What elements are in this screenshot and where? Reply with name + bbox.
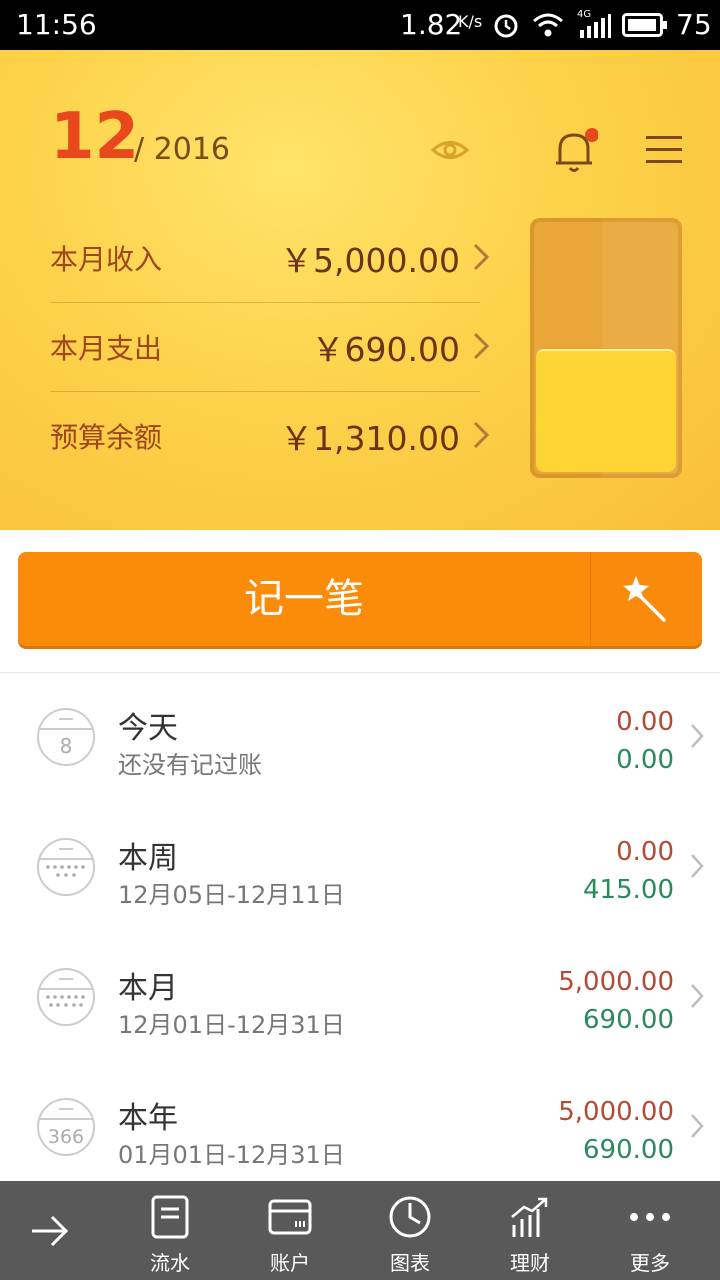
current-month[interactable]: 12 [50, 100, 139, 174]
battery-icon [622, 13, 667, 37]
nav-accounts[interactable]: 账户 [230, 1181, 350, 1280]
calendar-icon-text: 366 [48, 1126, 84, 1148]
row-label: 本月支出 [50, 332, 163, 365]
row-amount: ￥690.00 [311, 330, 460, 369]
note-icon [151, 1195, 189, 1239]
item-income: 5,000.00 [558, 967, 674, 997]
bell-icon[interactable] [552, 125, 598, 175]
record-entry-button[interactable]: 记一笔 [18, 552, 590, 646]
calendar-year-icon: 366 [37, 1098, 95, 1156]
budget-balance-row[interactable]: 预算余额 ￥1,310.00 [50, 392, 490, 480]
arrow-right-icon [32, 1215, 69, 1247]
nav-label: 更多 [630, 1251, 670, 1275]
month-income-row[interactable]: 本月收入 ￥5,000.00 [50, 214, 490, 302]
chevron-right-icon [691, 1114, 704, 1138]
item-title: 本年 [118, 1101, 178, 1136]
more-dots-icon [630, 1213, 670, 1221]
item-expense: 690.00 [583, 1005, 674, 1035]
eye-icon[interactable] [430, 135, 470, 165]
list-item-week[interactable]: 本周 12月05日-12月11日 0.00 415.00 [0, 803, 720, 934]
item-title: 本周 [118, 841, 178, 876]
nav-label: 账户 [270, 1251, 310, 1275]
item-income: 5,000.00 [558, 1097, 674, 1127]
item-subtitle: 12月05日-12月11日 [118, 881, 345, 909]
nav-flow[interactable]: 流水 [110, 1181, 230, 1280]
network-speed-unit: K/s [458, 12, 483, 31]
pie-chart-icon [389, 1196, 431, 1238]
item-income: 0.00 [616, 707, 674, 737]
nav-label: 理财 [510, 1251, 550, 1275]
budget-gauge-fill [536, 349, 676, 472]
row-label: 预算余额 [50, 421, 163, 454]
budget-gauge[interactable] [530, 218, 682, 478]
calendar-week-icon [37, 838, 95, 896]
nav-label: 图表 [390, 1251, 430, 1275]
calendar-day-icon: 8 [37, 708, 95, 766]
nav-more[interactable]: 更多 [590, 1181, 710, 1280]
nav-expand[interactable] [0, 1181, 120, 1280]
row-amount: ￥5,000.00 [280, 241, 460, 280]
item-expense: 0.00 [616, 745, 674, 775]
calendar-icon-text: 8 [60, 734, 73, 758]
magic-wand-button[interactable] [590, 552, 702, 646]
status-time: 11:56 [16, 8, 97, 41]
item-subtitle: 12月01日-12月31日 [118, 1011, 345, 1039]
list-item-today[interactable]: 8 今天 还没有记过账 0.00 0.00 [0, 673, 720, 804]
chevron-right-icon [473, 332, 490, 360]
battery-level: 75 [676, 8, 712, 41]
magic-wand-icon [623, 576, 666, 622]
current-year: / 2016 [134, 132, 230, 167]
growth-chart-icon [511, 1197, 548, 1237]
item-title: 本月 [118, 971, 178, 1006]
row-amount: ￥1,310.00 [280, 419, 460, 458]
network-speed: 1.82 [400, 8, 463, 41]
row-label: 本月收入 [50, 243, 163, 276]
chevron-right-icon [691, 854, 704, 878]
item-title: 今天 [118, 711, 178, 746]
list-item-month[interactable]: 本月 12月01日-12月31日 5,000.00 690.00 [0, 933, 720, 1064]
nav-label: 流水 [150, 1251, 190, 1275]
list-item-year[interactable]: 366 本年 01月01日-12月31日 5,000.00 690.00 [0, 1063, 720, 1194]
item-expense: 415.00 [583, 875, 674, 905]
wallet-icon [268, 1199, 312, 1235]
item-subtitle: 01月01日-12月31日 [118, 1141, 345, 1169]
chevron-right-icon [473, 243, 490, 271]
menu-icon[interactable] [644, 132, 684, 168]
month-expense-row[interactable]: 本月支出 ￥690.00 [50, 303, 490, 391]
nav-finance[interactable]: 理财 [470, 1181, 590, 1280]
nav-charts[interactable]: 图表 [350, 1181, 470, 1280]
chevron-right-icon [691, 984, 704, 1008]
item-income: 0.00 [616, 837, 674, 867]
chevron-right-icon [473, 421, 490, 449]
chevron-right-icon [691, 724, 704, 748]
status-bar: 11:56 1.82 K/s 4G 75 [0, 0, 720, 50]
signal-icon [580, 14, 611, 38]
bottom-nav: 流水 账户 图表 理财 更多 [0, 1181, 720, 1280]
item-expense: 690.00 [583, 1135, 674, 1165]
calendar-month-icon [37, 968, 95, 1026]
wifi-icon [533, 13, 563, 37]
item-subtitle: 还没有记过账 [118, 751, 262, 779]
alarm-icon [494, 14, 518, 38]
